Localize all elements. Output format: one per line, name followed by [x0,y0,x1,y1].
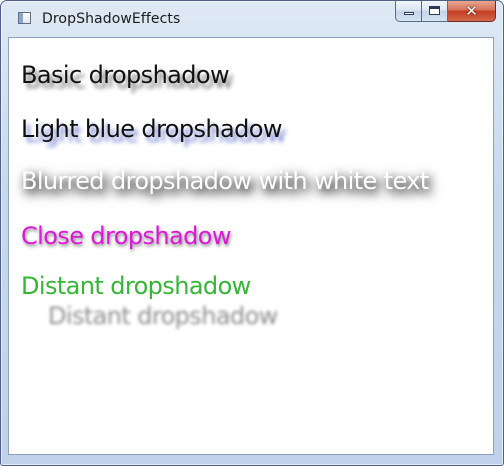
close-button[interactable]: ✕ [448,1,496,22]
close-icon: ✕ [465,2,478,20]
maximize-button[interactable] [422,1,448,22]
caption-buttons: ✕ [395,1,496,23]
maximize-icon [429,6,440,15]
title-bar[interactable]: DropShadowEffects ✕ [1,1,503,37]
basic-dropshadow-text: Basic dropshadow [21,61,230,89]
close-dropshadow-text: Close dropshadow [21,222,231,250]
light-blue-dropshadow-text: Light blue dropshadow [21,115,283,143]
distant-dropshadow-text: Distant dropshadow [21,272,251,300]
window-title: DropShadowEffects [42,11,181,27]
client-area: Basic dropshadow Light blue dropshadow B… [8,37,494,455]
window-app-icon[interactable] [18,12,31,24]
blurred-dropshadow-text: Blurred dropshadow with white text [21,167,429,195]
minimize-button[interactable] [395,1,422,22]
app-window: DropShadowEffects ✕ Basic dropshadow Lig… [0,0,504,466]
minimize-icon [404,12,414,15]
